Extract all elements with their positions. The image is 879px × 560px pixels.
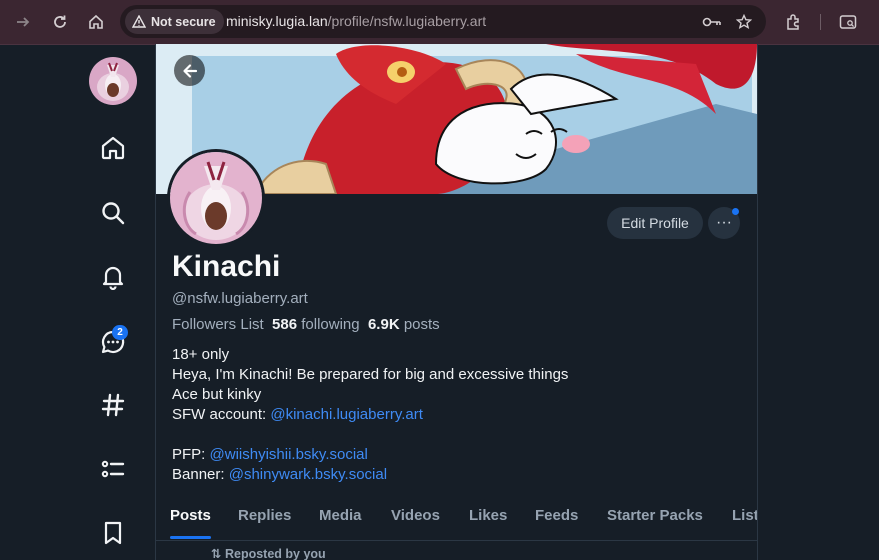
- home-icon[interactable]: [100, 135, 126, 161]
- warning-icon: [132, 15, 146, 28]
- pfp-prefix: PFP:: [172, 446, 210, 463]
- posts-count: 6.9K: [367, 316, 400, 333]
- repost-label: Reposted by you: [224, 547, 326, 560]
- tab-replies[interactable]: Replies: [238, 507, 291, 524]
- active-tab-indicator: [170, 536, 211, 539]
- pfp-credit-link[interactable]: @wiishyishii.bsky.social: [210, 446, 368, 463]
- side-panel-icon[interactable]: [836, 10, 860, 34]
- toolbar-divider: [820, 14, 821, 30]
- saved-bookmark-icon[interactable]: [100, 520, 126, 546]
- back-button[interactable]: [174, 55, 205, 86]
- repost-indicator: ⇅ Reposted by you: [211, 546, 326, 560]
- feeds-hashtag-icon[interactable]: [100, 392, 126, 418]
- bio-spacer: [172, 425, 568, 445]
- edit-profile-button[interactable]: Edit Profile: [607, 207, 703, 239]
- home-icon[interactable]: [84, 10, 108, 34]
- following-label: following: [301, 316, 360, 333]
- banner-credit-link[interactable]: @shinywark.bsky.social: [229, 466, 387, 483]
- url-text[interactable]: minisky.lugia.lan/profile/nsfw.lugiaberr…: [226, 13, 486, 29]
- tab-posts[interactable]: Posts: [170, 507, 211, 524]
- following-count: 586: [272, 316, 298, 333]
- extensions-icon[interactable]: [782, 10, 806, 34]
- left-navigation: [88, 44, 140, 560]
- lists-icon[interactable]: [100, 456, 126, 482]
- profile-bio: 18+ only Heya, I'm Kinachi! Be prepared …: [172, 345, 568, 485]
- notifications-bell-icon[interactable]: [100, 264, 126, 291]
- tab-media[interactable]: Media: [319, 507, 362, 524]
- security-chip[interactable]: Not secure: [125, 9, 224, 34]
- bio-line: PFP: @wiishyishii.bsky.social: [172, 445, 568, 465]
- bookmark-star-icon[interactable]: [733, 11, 755, 33]
- nav-user-avatar[interactable]: [89, 57, 137, 105]
- search-icon[interactable]: [100, 200, 126, 226]
- reload-icon[interactable]: [48, 10, 72, 34]
- security-label: Not secure: [151, 14, 216, 29]
- url-host: minisky.lugia.lan: [226, 13, 328, 29]
- posts-label: posts: [403, 316, 440, 333]
- tab-feeds[interactable]: Feeds: [535, 507, 578, 524]
- bio-line: Ace but kinky: [172, 386, 262, 403]
- banner-prefix: Banner:: [172, 466, 229, 483]
- repost-icon: ⇅: [211, 547, 222, 560]
- bio-line: Banner: @shinywark.bsky.social: [172, 465, 568, 485]
- profile-tabs: Posts Replies Media Videos Likes Feeds S…: [156, 496, 757, 541]
- tab-starter-packs[interactable]: Starter Packs: [607, 507, 703, 524]
- address-bar[interactable]: Not secure minisky.lugia.lan/profile/nsf…: [120, 5, 766, 38]
- sfw-account-link[interactable]: @kinachi.lugiaberry.art: [270, 406, 423, 423]
- password-key-icon[interactable]: [701, 11, 723, 33]
- url-path: /profile/nsfw.lugiaberry.art: [327, 13, 487, 29]
- profile-handle: @nsfw.lugiaberry.art: [172, 290, 308, 307]
- profile-display-name: Kinachi: [172, 250, 281, 283]
- followers-list-link[interactable]: Followers List: [172, 316, 264, 333]
- sfw-prefix: SFW account:: [172, 406, 271, 423]
- tab-likes[interactable]: Likes: [469, 507, 507, 524]
- chat-unread-badge: 2: [112, 325, 128, 340]
- more-options-indicator-dot: [732, 208, 739, 215]
- back-arrow-icon: [182, 63, 197, 78]
- profile-stats: Followers List 586 following 6.9K posts: [172, 316, 440, 333]
- browser-toolbar: Not secure minisky.lugia.lan/profile/nsf…: [0, 0, 879, 45]
- bio-line: Heya, I'm Kinachi! Be prepared for big a…: [172, 366, 569, 383]
- forward-icon[interactable]: [11, 10, 35, 34]
- profile-avatar[interactable]: [167, 149, 265, 247]
- tab-lists[interactable]: List: [732, 507, 757, 524]
- profile-main-column: Edit Profile ··· Kinachi @nsfw.lugiaberr…: [155, 44, 758, 560]
- following-link[interactable]: 586 following: [272, 316, 360, 333]
- bio-line: SFW account: @kinachi.lugiaberry.art: [172, 405, 568, 425]
- tab-videos[interactable]: Videos: [391, 507, 440, 524]
- bio-line: 18+ only: [172, 346, 230, 363]
